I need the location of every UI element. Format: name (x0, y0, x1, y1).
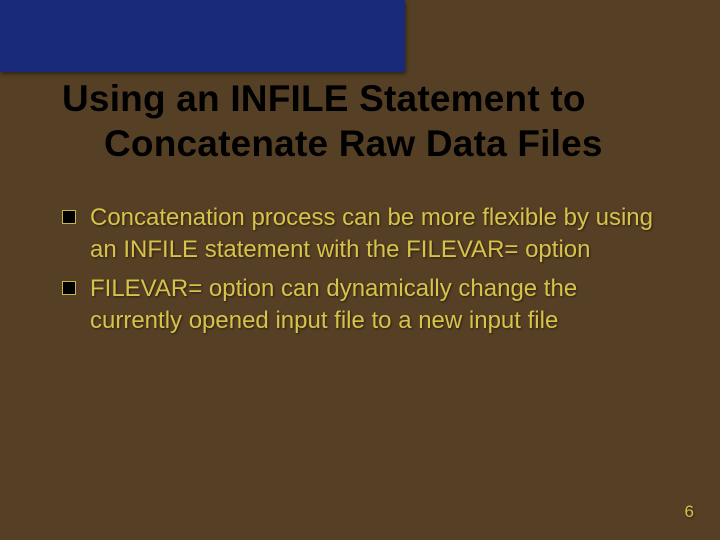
slide: Using an INFILE Statement to Concatenate… (0, 0, 720, 540)
bullet-text: FILEVAR= option can dynamically change t… (90, 273, 670, 336)
slide-title: Using an INFILE Statement to Concatenate… (62, 76, 670, 166)
slide-body: Concatenation process can be more flexib… (62, 202, 670, 345)
page-number: 6 (685, 502, 694, 522)
bullet-item: FILEVAR= option can dynamically change t… (62, 273, 670, 336)
title-line-1: Using an INFILE Statement to (62, 76, 670, 121)
square-bullet-icon (62, 210, 76, 224)
bullet-item: Concatenation process can be more flexib… (62, 202, 670, 265)
square-bullet-icon (62, 281, 76, 295)
bullet-text: Concatenation process can be more flexib… (90, 202, 670, 265)
header-accent-bar (0, 0, 405, 72)
title-line-2: Concatenate Raw Data Files (62, 121, 670, 166)
